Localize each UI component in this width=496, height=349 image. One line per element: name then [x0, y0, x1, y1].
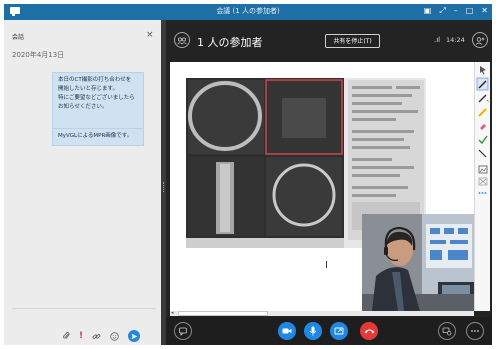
- camera-button[interactable]: [278, 322, 296, 340]
- image-icon[interactable]: [478, 165, 488, 174]
- chat-date: 2020年4月13日: [12, 51, 65, 59]
- meeting-header: 1 人の参加者 共有を停止(T) .ıl 14:24: [166, 20, 492, 60]
- camera-icon: [282, 328, 292, 334]
- priority-icon[interactable]: !: [79, 331, 83, 341]
- pen-icon[interactable]: [476, 77, 489, 91]
- clear-icon[interactable]: [478, 177, 488, 186]
- horizontal-scrollbar[interactable]: ◂: [170, 310, 474, 316]
- window-title: 会議 (1 人の参加者): [216, 7, 280, 15]
- text-cursor: I: [325, 260, 328, 271]
- screen-share-icon[interactable]: ▣: [424, 6, 432, 16]
- hangup-icon: [364, 329, 374, 334]
- highlighter-icon[interactable]: [478, 94, 489, 103]
- laser-icon[interactable]: [478, 108, 487, 117]
- app-window: 会議 (1 人の参加者) ▣ ⤢ – □ ✕ 会話 × 2020年4月13日 本…: [4, 4, 492, 345]
- scroll-left-icon[interactable]: ◂: [171, 310, 174, 316]
- signal-icon: .ıl: [434, 36, 441, 44]
- maximize-button[interactable]: □: [466, 6, 474, 16]
- meeting-controls: [166, 317, 492, 345]
- share-icon: [334, 327, 344, 335]
- add-participant-button[interactable]: [472, 32, 488, 48]
- send-icon: [131, 333, 138, 339]
- chat-toolbar: !: [62, 330, 141, 342]
- meeting-time: 14:24: [446, 36, 465, 44]
- chat-header: 会話: [12, 34, 25, 41]
- participant-count: 1 人の参加者: [197, 36, 263, 49]
- line-icon[interactable]: [478, 149, 487, 158]
- minimize-button[interactable]: –: [454, 6, 458, 16]
- add-person-icon: [475, 37, 485, 45]
- people-icon: [177, 37, 187, 45]
- scroll-thumb[interactable]: [178, 311, 268, 316]
- chat-pane: 会話 × 2020年4月13日 本日のCT撮影の打ち合わせを 開始したいと存じま…: [4, 20, 161, 345]
- more-options-button[interactable]: [466, 322, 484, 340]
- chat-icon: [179, 327, 187, 336]
- camera-feed-image: [362, 214, 476, 311]
- annotation-toolbar: [474, 62, 490, 311]
- link-icon[interactable]: [92, 332, 101, 341]
- mic-icon: [309, 326, 317, 336]
- message-line: MyVGLによるMPR画像です。: [58, 133, 133, 139]
- more-icon: [471, 330, 479, 332]
- paperclip-icon[interactable]: [62, 331, 70, 341]
- close-button[interactable]: ✕: [481, 6, 488, 16]
- message-line: 開始したいと存じます。: [58, 86, 118, 92]
- more-icon[interactable]: [478, 192, 487, 194]
- mic-button[interactable]: [304, 322, 322, 340]
- message-line: 本日のCT撮影の打ち合わせを: [58, 77, 132, 83]
- title-bar: 会議 (1 人の参加者) ▣ ⤢ – □ ✕: [4, 4, 492, 20]
- window-controls: ▣ ⤢ – □ ✕: [424, 6, 488, 16]
- share-button[interactable]: [330, 322, 348, 340]
- message-input-divider: [12, 308, 156, 309]
- shared-content[interactable]: I: [170, 62, 476, 311]
- self-view-video[interactable]: [362, 214, 476, 311]
- popout-icon[interactable]: ⤢: [439, 6, 445, 16]
- eraser-icon[interactable]: [480, 124, 486, 130]
- send-button[interactable]: [128, 330, 141, 342]
- device-settings-icon: [442, 327, 452, 336]
- chat-message: 本日のCT撮影の打ち合わせを 開始したいと存じます。 特にご要望などございました…: [52, 72, 144, 129]
- checkmark-icon[interactable]: [478, 135, 488, 145]
- message-line: 特にご要望などございましたら: [58, 95, 135, 101]
- meeting-stage: 1 人の参加者 共有を停止(T) .ıl 14:24 I ◂: [166, 20, 492, 345]
- device-settings-button[interactable]: [438, 322, 456, 340]
- cursor-icon[interactable]: [480, 66, 486, 75]
- chat-message: MyVGLによるMPR画像です。: [52, 128, 144, 146]
- emoji-icon[interactable]: [110, 331, 119, 341]
- chat-button[interactable]: [174, 322, 192, 340]
- hangup-button[interactable]: [360, 322, 378, 340]
- participants-button[interactable]: [174, 32, 190, 48]
- stop-sharing-button[interactable]: 共有を停止(T): [325, 34, 380, 48]
- close-chat-button[interactable]: ×: [146, 30, 154, 40]
- message-line: お知らせください。: [58, 104, 108, 110]
